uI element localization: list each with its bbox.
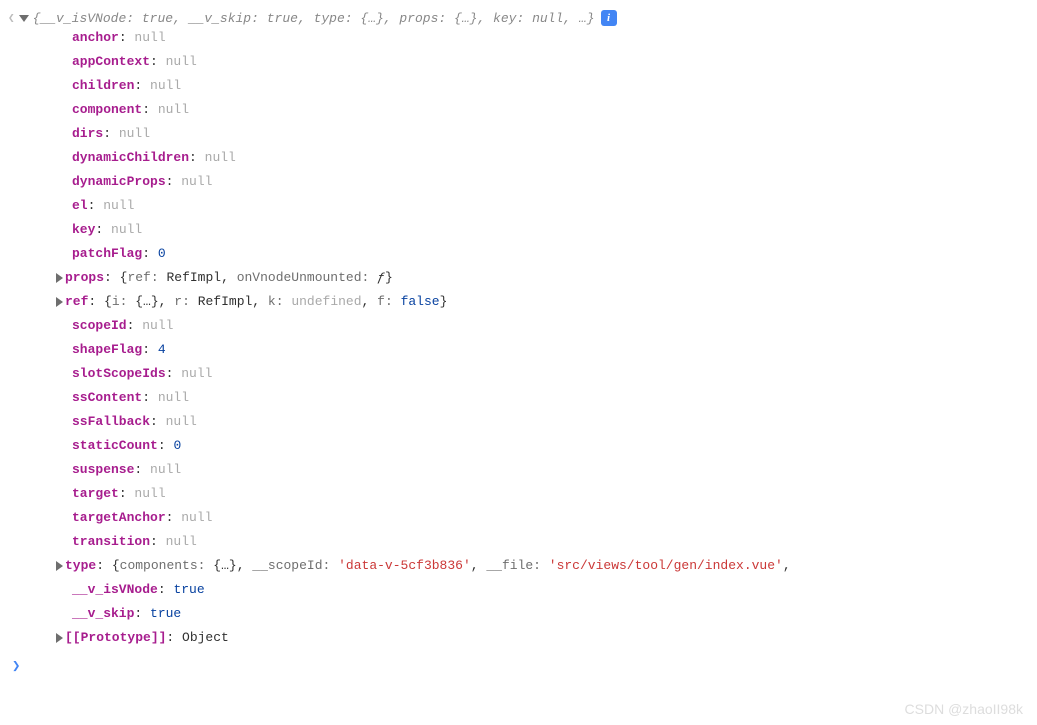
- property-Prototype[interactable]: [[Prototype]]: Object: [56, 626, 1037, 650]
- property-key: component: [72, 102, 142, 117]
- property-targetAnchor[interactable]: targetAnchor: null: [72, 506, 1037, 530]
- property-value: null: [111, 222, 142, 237]
- property-value: null: [134, 486, 165, 501]
- expand-toggle-icon[interactable]: [19, 15, 29, 22]
- property-key: children: [72, 78, 134, 93]
- property-scopeId[interactable]: scopeId: null: [72, 314, 1037, 338]
- expand-icon[interactable]: [56, 273, 63, 283]
- property-key: targetAnchor: [72, 510, 166, 525]
- property-value: {i: {…}, r: RefImpl, k: undefined, f: fa…: [104, 294, 447, 309]
- property-shapeFlag[interactable]: shapeFlag: 4: [72, 338, 1037, 362]
- watermark: CSDN @zhaoII98k: [905, 701, 1023, 717]
- object-summary[interactable]: {__v_isVNode: true, __v_skip: true, type…: [33, 11, 595, 26]
- property-key: __v_isVNode: [72, 582, 158, 597]
- property-value: null: [150, 462, 181, 477]
- property-key: slotScopeIds: [72, 366, 166, 381]
- property-key: ssContent: [72, 390, 142, 405]
- object-root-row[interactable]: ❮ {__v_isVNode: true, __v_skip: true, ty…: [0, 10, 1037, 26]
- property-value: Object: [182, 630, 229, 645]
- property-value: null: [134, 30, 165, 45]
- property-key: anchor: [72, 30, 119, 45]
- property-target[interactable]: target: null: [72, 482, 1037, 506]
- property-value: 0: [158, 246, 166, 261]
- property-key: dynamicChildren: [72, 150, 189, 165]
- property-appContext[interactable]: appContext: null: [72, 50, 1037, 74]
- property-suspense[interactable]: suspense: null: [72, 458, 1037, 482]
- property-value: true: [150, 606, 181, 621]
- property-value: 4: [158, 342, 166, 357]
- property-visVNode[interactable]: __v_isVNode: true: [72, 578, 1037, 602]
- property-dynamicProps[interactable]: dynamicProps: null: [72, 170, 1037, 194]
- property-key: staticCount: [72, 438, 158, 453]
- property-value: null: [181, 510, 212, 525]
- property-key: __v_skip: [72, 606, 134, 621]
- property-patchFlag[interactable]: patchFlag: 0: [72, 242, 1037, 266]
- property-key: scopeId: [72, 318, 127, 333]
- property-key: target: [72, 486, 119, 501]
- property-value: true: [173, 582, 204, 597]
- property-key: el: [72, 198, 88, 213]
- property-component[interactable]: component: null: [72, 98, 1037, 122]
- back-icon[interactable]: ❮: [8, 11, 15, 25]
- property-value: null: [119, 126, 150, 141]
- property-key: ref: [65, 294, 88, 309]
- console-prompt[interactable]: ❯: [0, 658, 1037, 675]
- property-key: dirs: [72, 126, 103, 141]
- property-value: null: [181, 366, 212, 381]
- property-value: null: [158, 102, 189, 117]
- property-value: {components: {…}, __scopeId: 'data-v-5cf…: [112, 558, 791, 573]
- property-slotScopeIds[interactable]: slotScopeIds: null: [72, 362, 1037, 386]
- property-key: key: [72, 222, 95, 237]
- properties-list: anchor: nullappContext: nullchildren: nu…: [0, 26, 1037, 650]
- property-key: shapeFlag: [72, 342, 142, 357]
- property-anchor[interactable]: anchor: null: [72, 26, 1037, 50]
- property-key: patchFlag: [72, 246, 142, 261]
- property-key: [[Prototype]]: [65, 630, 166, 645]
- property-value: 0: [173, 438, 181, 453]
- property-children[interactable]: children: null: [72, 74, 1037, 98]
- property-dirs[interactable]: dirs: null: [72, 122, 1037, 146]
- property-value: null: [158, 390, 189, 405]
- property-key: appContext: [72, 54, 150, 69]
- property-key: suspense: [72, 462, 134, 477]
- expand-icon[interactable]: [56, 633, 63, 643]
- property-value: null: [166, 414, 197, 429]
- property-value: null: [205, 150, 236, 165]
- property-key: type: [65, 558, 96, 573]
- property-dynamicChildren[interactable]: dynamicChildren: null: [72, 146, 1037, 170]
- property-type[interactable]: type: {components: {…}, __scopeId: 'data…: [56, 554, 1037, 578]
- property-value: null: [103, 198, 134, 213]
- property-key: props: [65, 270, 104, 285]
- property-ssFallback[interactable]: ssFallback: null: [72, 410, 1037, 434]
- property-props[interactable]: props: {ref: RefImpl, onVnodeUnmounted: …: [56, 266, 1037, 290]
- property-key: dynamicProps: [72, 174, 166, 189]
- property-key[interactable]: key: null: [72, 218, 1037, 242]
- property-key: transition: [72, 534, 150, 549]
- property-transition[interactable]: transition: null: [72, 530, 1037, 554]
- property-key: ssFallback: [72, 414, 150, 429]
- property-value: null: [166, 534, 197, 549]
- property-value: null: [181, 174, 212, 189]
- expand-icon[interactable]: [56, 561, 63, 571]
- property-staticCount[interactable]: staticCount: 0: [72, 434, 1037, 458]
- property-ref[interactable]: ref: {i: {…}, r: RefImpl, k: undefined, …: [56, 290, 1037, 314]
- property-el[interactable]: el: null: [72, 194, 1037, 218]
- property-value: null: [166, 54, 197, 69]
- property-ssContent[interactable]: ssContent: null: [72, 386, 1037, 410]
- property-value: null: [150, 78, 181, 93]
- expand-icon[interactable]: [56, 297, 63, 307]
- info-icon[interactable]: i: [601, 10, 617, 26]
- property-value: {ref: RefImpl, onVnodeUnmounted: ƒ}: [120, 270, 393, 285]
- property-value: null: [142, 318, 173, 333]
- property-vskip[interactable]: __v_skip: true: [72, 602, 1037, 626]
